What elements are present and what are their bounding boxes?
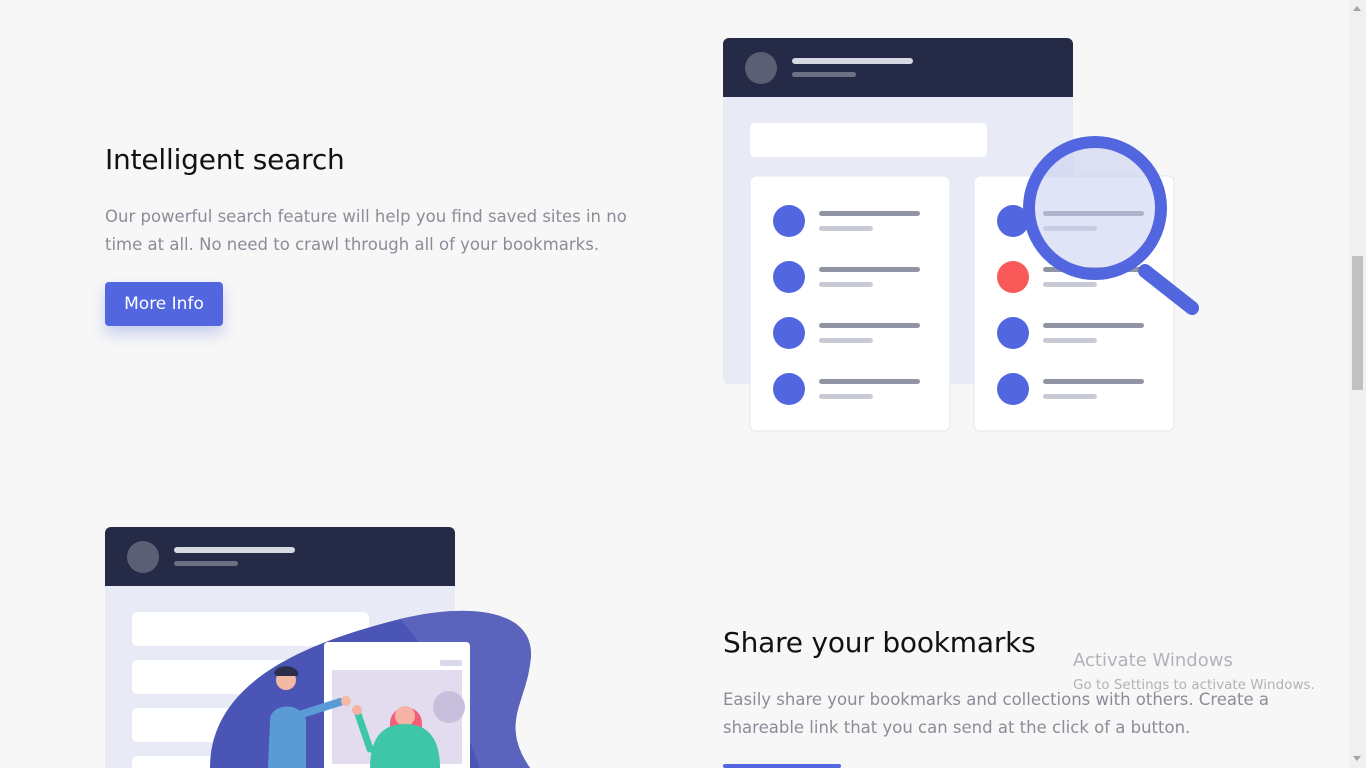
feature-description-line: Our powerful search feature will help yo… (105, 207, 627, 226)
vertical-scrollbar[interactable] (1349, 0, 1366, 768)
list-bullet-icon (997, 317, 1029, 349)
list-bullet-icon (997, 261, 1029, 293)
feature-title-share: Share your bookmarks (723, 626, 1036, 659)
watermark-title: Activate Windows (1073, 650, 1233, 671)
feature-description-line: time at all. No need to crawl through al… (105, 235, 600, 254)
search-illustration (723, 38, 1199, 432)
list-bullet-icon (773, 261, 805, 293)
list-bullet-icon (997, 373, 1029, 405)
scroll-thumb[interactable] (1352, 256, 1363, 390)
scroll-down-arrow-icon[interactable] (1353, 756, 1361, 761)
more-info-button-partial[interactable] (723, 764, 841, 768)
scroll-up-arrow-icon[interactable] (1353, 6, 1361, 11)
activation-watermark: Activate Windows Go to Settings to activ… (1073, 650, 1315, 693)
feature-title-search: Intelligent search (105, 143, 345, 176)
feature-description-search: Our powerful search feature will help yo… (105, 203, 627, 259)
avatar-icon (127, 541, 159, 573)
list-bullet-icon (773, 317, 805, 349)
more-info-button[interactable]: More Info (105, 282, 223, 326)
avatar-icon (745, 52, 777, 84)
list-bullet-icon (773, 205, 805, 237)
list-bullet-icon (773, 373, 805, 405)
feature-description-line: shareable link that you can send at the … (723, 718, 1191, 737)
share-illustration (105, 527, 531, 768)
watermark-text: Go to Settings to activate Windows. (1073, 677, 1315, 693)
feature-description-share: Easily share your bookmarks and collecti… (723, 686, 1269, 742)
